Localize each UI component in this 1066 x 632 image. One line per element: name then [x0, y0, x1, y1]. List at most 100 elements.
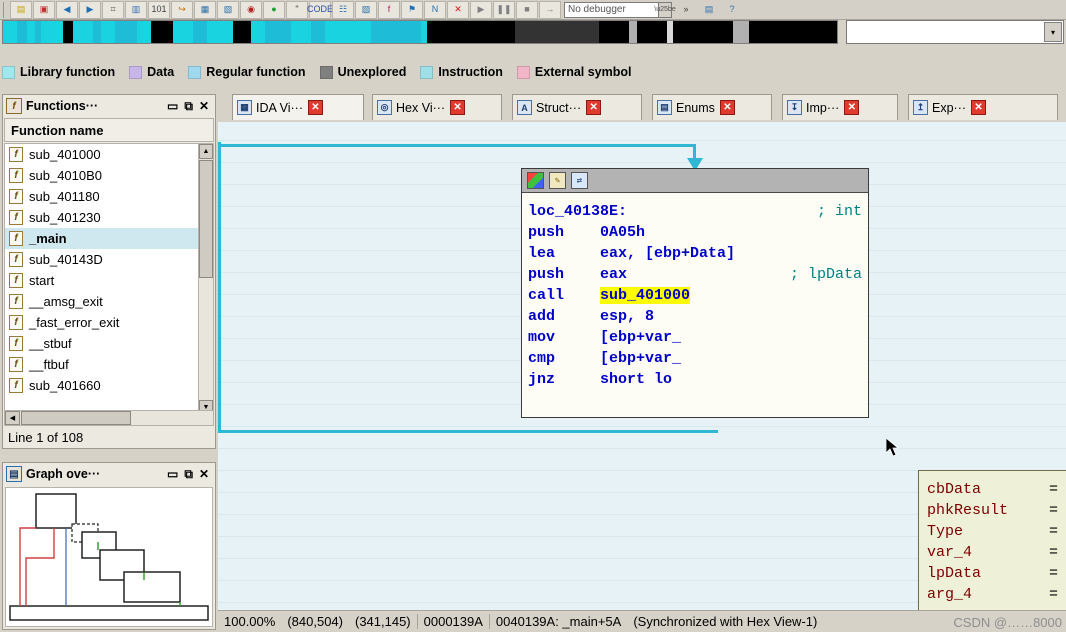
open-icon[interactable]: ▤: [10, 0, 32, 19]
tab-enums[interactable]: ▤ Enums ✕: [652, 94, 772, 120]
disassembly-operand[interactable]: eax, [ebp+Data]: [600, 245, 735, 262]
imports-icon[interactable]: ◉: [240, 0, 262, 19]
graph-icon[interactable]: CODE: [307, 0, 333, 19]
proximity-icon[interactable]: ☷: [332, 0, 354, 19]
structures-icon[interactable]: ▦: [194, 0, 216, 19]
strings-icon[interactable]: ": [286, 0, 308, 19]
function-list-hscrollbar[interactable]: ◀: [4, 410, 214, 426]
tab-close-icon[interactable]: ✕: [586, 100, 602, 115]
arrange-icon[interactable]: ⇄: [571, 172, 588, 189]
tab-hex-vi[interactable]: ◎ Hex Vi··· ✕: [372, 94, 502, 120]
scroll-left-icon[interactable]: ◀: [5, 411, 20, 425]
function-list[interactable]: f sub_401000 f sub_4010B0 f sub_401180 f sub_40…: [4, 143, 200, 416]
function-list-item[interactable]: f sub_401180: [5, 186, 199, 207]
jump-icon[interactable]: ↪: [171, 0, 193, 19]
function-list-item[interactable]: f _fast_error_exit: [5, 312, 199, 333]
function-list-vscrollbar[interactable]: ▲ ▼: [198, 143, 214, 416]
vscroll-thumb[interactable]: [199, 160, 213, 278]
graph-node-header[interactable]: ✎ ⇄: [522, 169, 868, 193]
save-icon[interactable]: ▣: [33, 0, 55, 19]
disassembly-line[interactable]: call sub_401000: [528, 285, 862, 306]
navigator-dropdown-icon[interactable]: ▾: [1044, 22, 1062, 42]
text-view-icon[interactable]: ▥: [125, 0, 147, 19]
minimize-icon[interactable]: ▭: [167, 467, 178, 481]
tab-imp[interactable]: ↧ Imp··· ✕: [782, 94, 898, 120]
function-name-column-header[interactable]: Function name: [4, 118, 214, 142]
tab-struct[interactable]: A Struct··· ✕: [512, 94, 642, 120]
tab-close-icon[interactable]: ✕: [971, 100, 987, 115]
function-list-item[interactable]: f sub_401000: [5, 144, 199, 165]
hscroll-thumb[interactable]: [21, 411, 131, 425]
navigator-segment: [115, 21, 137, 43]
disassembly-line[interactable]: mov [ebp+var_: [528, 327, 862, 348]
function-icon[interactable]: f: [378, 0, 400, 19]
tab-close-icon[interactable]: ✕: [844, 100, 860, 115]
exports-icon[interactable]: ●: [263, 0, 285, 19]
grid-line: [218, 140, 1066, 141]
minimize-icon[interactable]: ▭: [167, 99, 178, 113]
disassembly-operand[interactable]: esp, 8: [600, 308, 654, 325]
names-icon[interactable]: N: [424, 0, 446, 19]
delete-icon[interactable]: ✕: [447, 0, 469, 19]
edit-icon[interactable]: ✎: [549, 172, 566, 189]
run-icon[interactable]: ▶: [470, 0, 492, 19]
close-icon[interactable]: ✕: [199, 99, 209, 113]
navigator-band[interactable]: [2, 20, 838, 44]
function-name: sub_401180: [29, 189, 100, 204]
scroll-up-icon[interactable]: ▲: [199, 144, 213, 159]
disassembly-line[interactable]: push 0A05h: [528, 222, 862, 243]
chevron-down-icon[interactable]: \u25be: [654, 2, 676, 17]
options-icon[interactable]: »: [675, 1, 697, 19]
ida-graph-view[interactable]: ✎ ⇄ loc_40138E: ; int push 0A05h lea eax, [eb…: [218, 122, 1066, 610]
tab-exp[interactable]: ↥ Exp··· ✕: [908, 94, 1058, 120]
tab-close-icon[interactable]: ✕: [719, 100, 735, 115]
function-list-item[interactable]: f __stbuf: [5, 333, 199, 354]
disassembly-line[interactable]: push eax ; lpData: [528, 264, 862, 285]
tab-ida-vi[interactable]: ▦ IDA Vi··· ✕: [232, 94, 364, 120]
graph-node-loc_40138E[interactable]: ✎ ⇄ loc_40138E: ; int push 0A05h lea eax, [eb…: [521, 168, 869, 418]
function-list-item[interactable]: f __amsg_exit: [5, 291, 199, 312]
function-list-item[interactable]: f sub_40143D: [5, 249, 199, 270]
function-list-item[interactable]: f sub_4010B0: [5, 165, 199, 186]
function-list-item[interactable]: f sub_401230: [5, 207, 199, 228]
tab-close-icon[interactable]: ✕: [450, 100, 466, 115]
disassembly-line[interactable]: lea eax, [ebp+Data]: [528, 243, 862, 264]
disassembly-line[interactable]: jnz short lo: [528, 369, 862, 390]
hex-view-icon[interactable]: 101: [148, 0, 170, 19]
color-icon[interactable]: [527, 172, 544, 189]
maximize-icon[interactable]: ⧉: [184, 467, 193, 482]
pin-icon[interactable]: ⚑: [401, 0, 423, 19]
forward-icon[interactable]: ▶: [79, 0, 101, 19]
stack-variable-row: cbData=dword ptr -10h: [927, 479, 1066, 500]
pause-icon[interactable]: ❚❚: [493, 0, 515, 19]
disassembly-operand[interactable]: 0A05h: [600, 224, 645, 241]
graph-overview-canvas[interactable]: [5, 487, 213, 627]
disassembly-line[interactable]: add esp, 8: [528, 306, 862, 327]
status-offset: 0000139A: [423, 614, 483, 629]
function-list-item[interactable]: f start: [5, 270, 199, 291]
disassembly-operand[interactable]: [ebp+var_: [600, 329, 681, 346]
library-icon[interactable]: ▤: [698, 1, 720, 19]
disassembly-operand[interactable]: [ebp+var_: [600, 350, 681, 367]
function-list-item[interactable]: f _main: [5, 228, 199, 249]
function-list-item[interactable]: f sub_401660: [5, 375, 199, 396]
function-list-item[interactable]: f __ftbuf: [5, 354, 199, 375]
stop-icon[interactable]: ■: [516, 0, 538, 19]
disassembly-label[interactable]: loc_40138E:: [528, 203, 627, 220]
disassembly-line[interactable]: loc_40138E: ; int: [528, 201, 862, 222]
code-icon[interactable]: ⌗: [102, 0, 124, 19]
debugger-select[interactable]: No debugger \u25be: [564, 1, 676, 18]
segments-icon[interactable]: ▨: [355, 0, 377, 19]
tab-close-icon[interactable]: ✕: [308, 100, 323, 115]
disassembly-line[interactable]: cmp [ebp+var_: [528, 348, 862, 369]
back-icon[interactable]: ◀: [56, 0, 78, 19]
disassembly-operand[interactable]: eax: [600, 266, 627, 283]
navigator-overview-box[interactable]: ▾: [846, 20, 1064, 44]
maximize-icon[interactable]: ⧉: [184, 99, 193, 114]
close-icon[interactable]: ✕: [199, 467, 209, 481]
enums-icon[interactable]: ▧: [217, 0, 239, 19]
step-icon[interactable]: →: [539, 0, 561, 19]
disassembly-operand[interactable]: short lo: [600, 371, 672, 388]
help-icon[interactable]: ?: [721, 1, 743, 19]
disassembly-operand-highlighted[interactable]: sub_401000: [600, 287, 691, 304]
